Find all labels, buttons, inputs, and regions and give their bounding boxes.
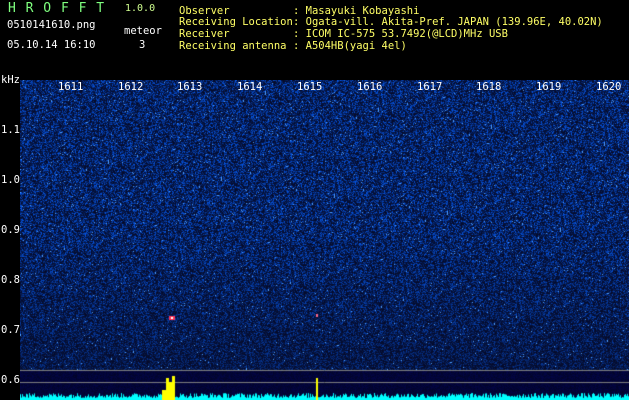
meteor-label: meteor [124, 25, 162, 37]
antenna-value: : A504HB(yagi 4el) [293, 40, 407, 52]
app-title: H R O F F T [8, 1, 106, 16]
time-mark: 1619 [536, 81, 562, 93]
file-datetime: 05.10.14 16:10 [7, 39, 96, 51]
axis-unit: kHz [1, 74, 20, 86]
observer-label: Observer [179, 5, 230, 17]
y-tick: 0.6 [1, 374, 20, 386]
receiver-value: : ICOM IC-575 53.7492(@LCD)MHz USB [293, 28, 508, 40]
time-mark: 1614 [237, 81, 263, 93]
meteor-count: 3 [139, 39, 146, 51]
location-label: Receiving Location [179, 16, 293, 28]
y-tick: 1.1 [1, 124, 20, 136]
time-mark: 1611 [58, 81, 84, 93]
y-tick: 0.8 [1, 274, 20, 286]
time-mark: 1613 [177, 81, 203, 93]
receiver-label: Receiver [179, 28, 230, 40]
hroft-window: H R O F F T 1.0.0 0510141610.png 05.10.1… [0, 0, 629, 400]
time-mark: 1615 [297, 81, 323, 93]
time-mark: 1618 [476, 81, 502, 93]
observer-value: : Masayuki Kobayashi [293, 5, 420, 17]
spectrogram-canvas [20, 80, 629, 400]
y-tick: 0.7 [1, 324, 20, 336]
y-tick: 0.9 [1, 224, 20, 236]
time-mark: 1616 [357, 81, 383, 93]
antenna-label: Receiving antenna [179, 40, 287, 52]
time-mark: 1612 [118, 81, 144, 93]
y-tick: 1.0 [1, 174, 20, 186]
time-mark: 1617 [417, 81, 443, 93]
location-value: : Ogata-vill. Akita-Pref. JAPAN (139.96E… [293, 16, 603, 28]
time-mark: 1620 [596, 81, 622, 93]
app-version: 1.0.0 [125, 3, 156, 14]
file-name: 0510141610.png [7, 19, 96, 31]
